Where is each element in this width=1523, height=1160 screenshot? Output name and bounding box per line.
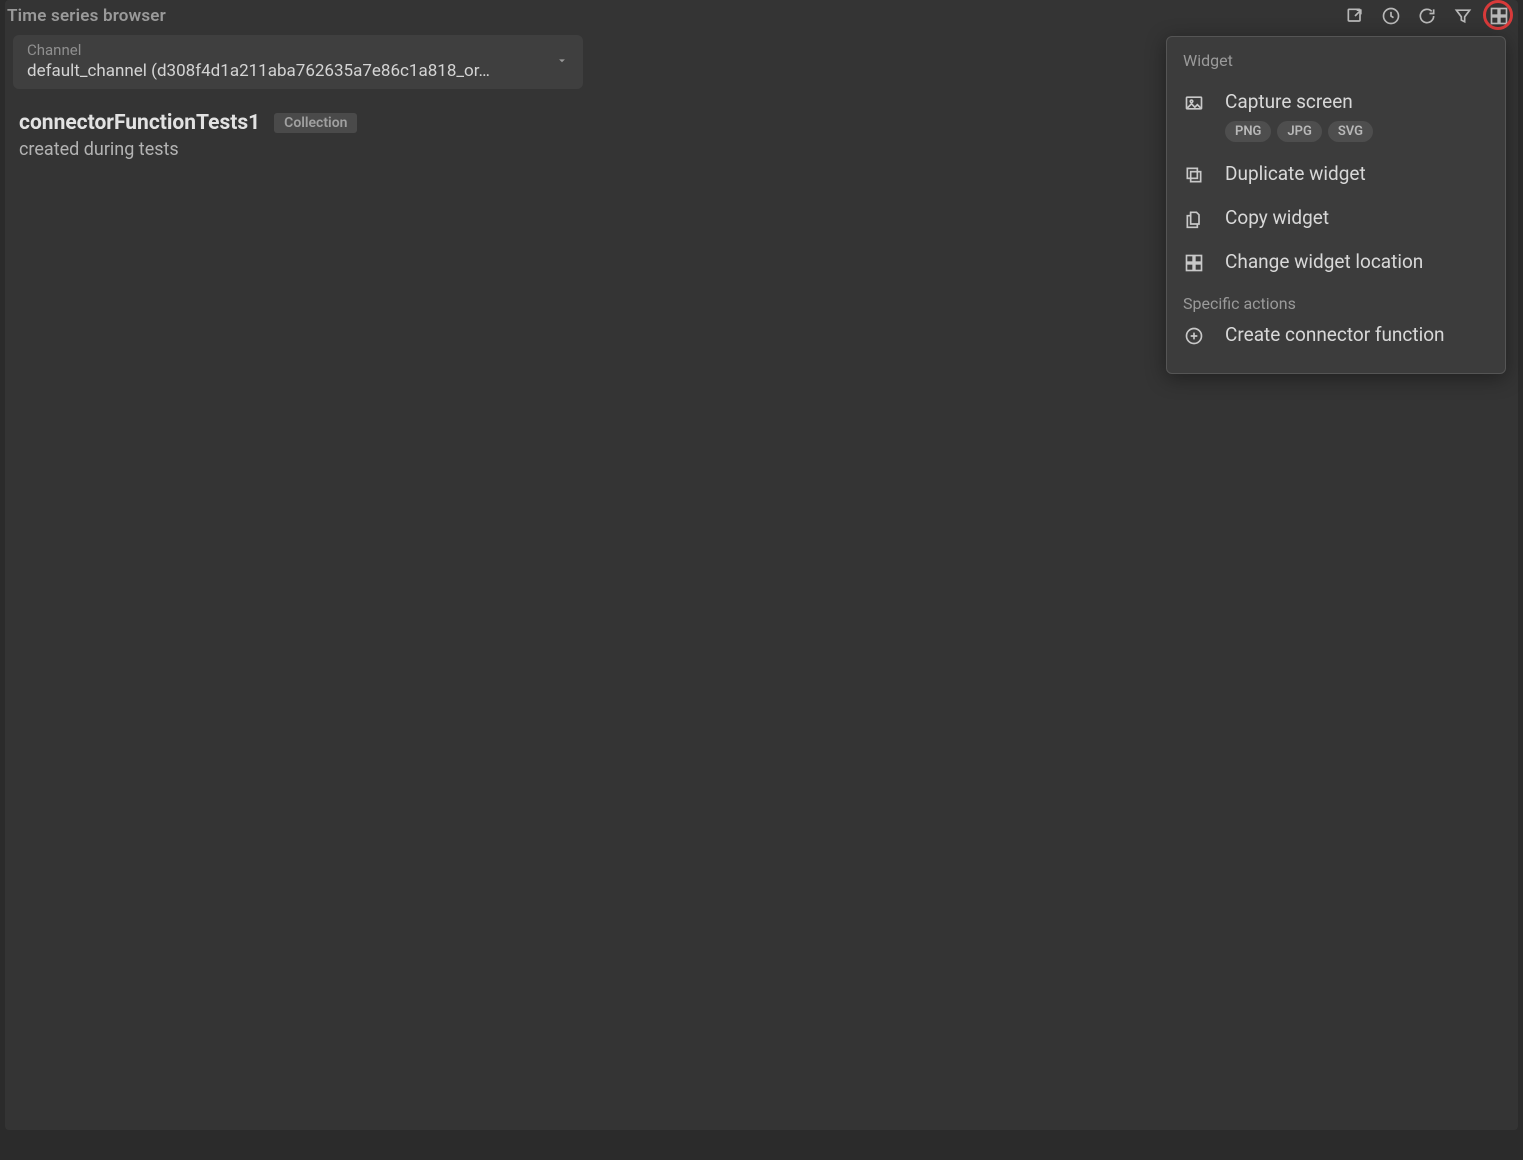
channel-field-value: default_channel (d308f4d1a211aba762635a7…: [27, 61, 523, 81]
menu-item-label: Capture screen: [1225, 90, 1489, 113]
chip-jpg[interactable]: JPG: [1277, 121, 1321, 142]
collection-badge: Collection: [274, 113, 357, 133]
copy-icon: [1183, 208, 1205, 230]
dropdown-caret-icon: [555, 53, 569, 72]
widget-menu-icon[interactable]: [1488, 5, 1510, 27]
header-toolbar: [1344, 5, 1510, 27]
open-external-icon[interactable]: [1344, 5, 1366, 27]
refresh-icon[interactable]: [1416, 5, 1438, 27]
channel-field-label: Channel: [27, 41, 523, 59]
menu-item-change-location[interactable]: Change widget location: [1183, 240, 1489, 284]
plus-circle-icon: [1183, 325, 1205, 347]
move-icon: [1183, 252, 1205, 274]
menu-section-specific: Specific actions: [1183, 294, 1489, 313]
menu-item-create-connector[interactable]: Create connector function: [1183, 313, 1489, 357]
image-icon: [1183, 92, 1205, 114]
duplicate-icon: [1183, 164, 1205, 186]
collection-name: connectorFunctionTests1: [19, 111, 260, 135]
channel-select[interactable]: Channel default_channel (d308f4d1a211aba…: [13, 35, 583, 89]
capture-format-chips: PNG JPG SVG: [1225, 121, 1489, 142]
widget-panel: Time series browser Channel default_chan…: [5, 0, 1518, 1130]
menu-item-capture-screen[interactable]: Capture screen PNG JPG SVG: [1183, 80, 1489, 152]
chip-svg[interactable]: SVG: [1328, 121, 1373, 142]
menu-item-duplicate-widget[interactable]: Duplicate widget: [1183, 152, 1489, 196]
widget-context-menu: Widget Capture screen PNG JPG SVG Duplic…: [1166, 36, 1506, 374]
filter-icon[interactable]: [1452, 5, 1474, 27]
menu-section-widget: Widget: [1183, 51, 1489, 70]
menu-item-label: Copy widget: [1225, 206, 1489, 229]
menu-item-label: Duplicate widget: [1225, 162, 1489, 185]
menu-item-label: Change widget location: [1225, 250, 1489, 273]
widget-header: Time series browser: [5, 0, 1518, 31]
menu-item-copy-widget[interactable]: Copy widget: [1183, 196, 1489, 240]
time-icon[interactable]: [1380, 5, 1402, 27]
menu-item-label: Create connector function: [1225, 323, 1489, 346]
widget-title: Time series browser: [7, 6, 166, 26]
chip-png[interactable]: PNG: [1225, 121, 1271, 142]
